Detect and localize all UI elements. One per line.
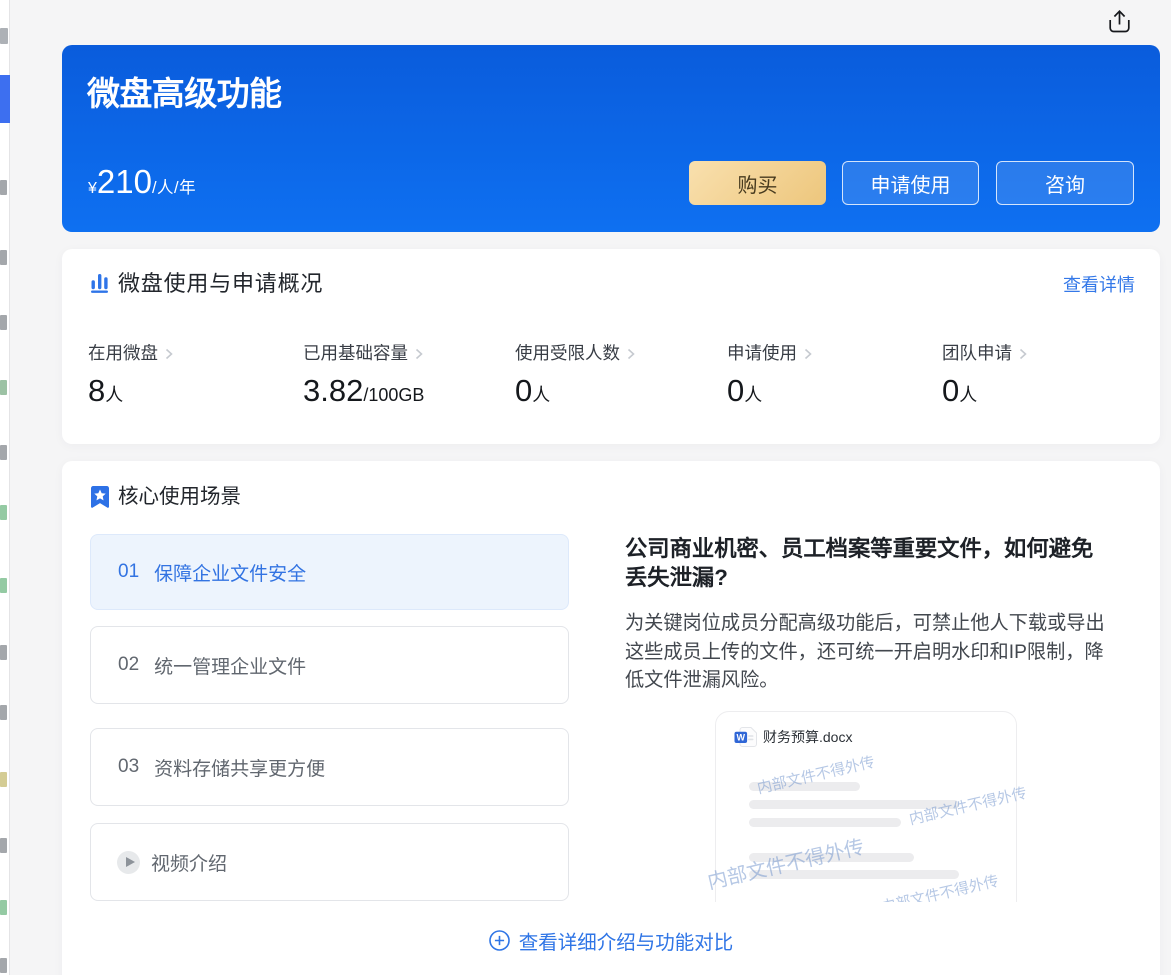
- svg-text:W: W: [737, 733, 746, 743]
